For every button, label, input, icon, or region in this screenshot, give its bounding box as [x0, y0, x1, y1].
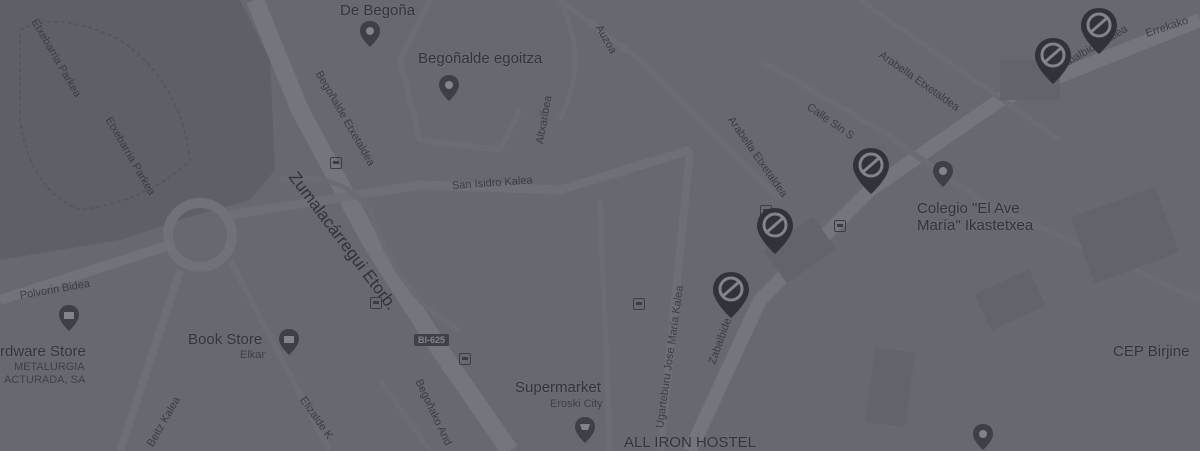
- place-sublabel: METALURGIA: [14, 361, 85, 373]
- place-label: ALL IRON HOSTEL: [624, 434, 756, 451]
- place-label: De Begoña: [340, 2, 416, 19]
- custom-marker-icon[interactable]: [1078, 6, 1120, 56]
- place-sublabel: Elkar: [240, 349, 266, 361]
- custom-marker-icon[interactable]: [710, 270, 752, 320]
- bus-stop-icon[interactable]: [633, 298, 645, 310]
- shop-pin-icon[interactable]: [58, 304, 80, 332]
- custom-marker-icon[interactable]: [1032, 36, 1074, 86]
- bus-stop-icon[interactable]: [459, 353, 471, 365]
- map-view[interactable]: Zumalacárregui Etorb. San Isidro Kalea B…: [0, 0, 1200, 451]
- road-shield: BI-625: [414, 334, 450, 346]
- place-label: Book Store: [188, 331, 263, 348]
- bus-stop-icon[interactable]: [834, 220, 846, 232]
- place-pin-icon[interactable]: [359, 20, 381, 48]
- custom-marker-icon[interactable]: [754, 206, 796, 256]
- place-label: Colegio "El Ave: [917, 200, 1020, 217]
- cart-pin-icon[interactable]: [574, 416, 596, 444]
- shop-pin-icon[interactable]: [278, 328, 300, 356]
- place-label: Supermarket: [515, 379, 601, 396]
- bus-stop-icon[interactable]: [330, 157, 342, 169]
- bus-stop-icon[interactable]: [370, 297, 382, 309]
- place-label: Begoñalde egoitza: [418, 50, 543, 67]
- place-label: rdware Store: [0, 343, 86, 360]
- place-sublabel: Eroski City: [550, 398, 603, 410]
- place-pin-icon[interactable]: [438, 74, 460, 102]
- place-pin-icon[interactable]: [932, 160, 954, 188]
- custom-marker-icon[interactable]: [850, 146, 892, 196]
- place-label: CEP Birjine: [1113, 343, 1190, 360]
- place-label: María" Ikastetxea: [917, 217, 1034, 234]
- place-sublabel: ACTURADA, SA: [4, 374, 86, 386]
- place-pin-icon[interactable]: [972, 423, 994, 451]
